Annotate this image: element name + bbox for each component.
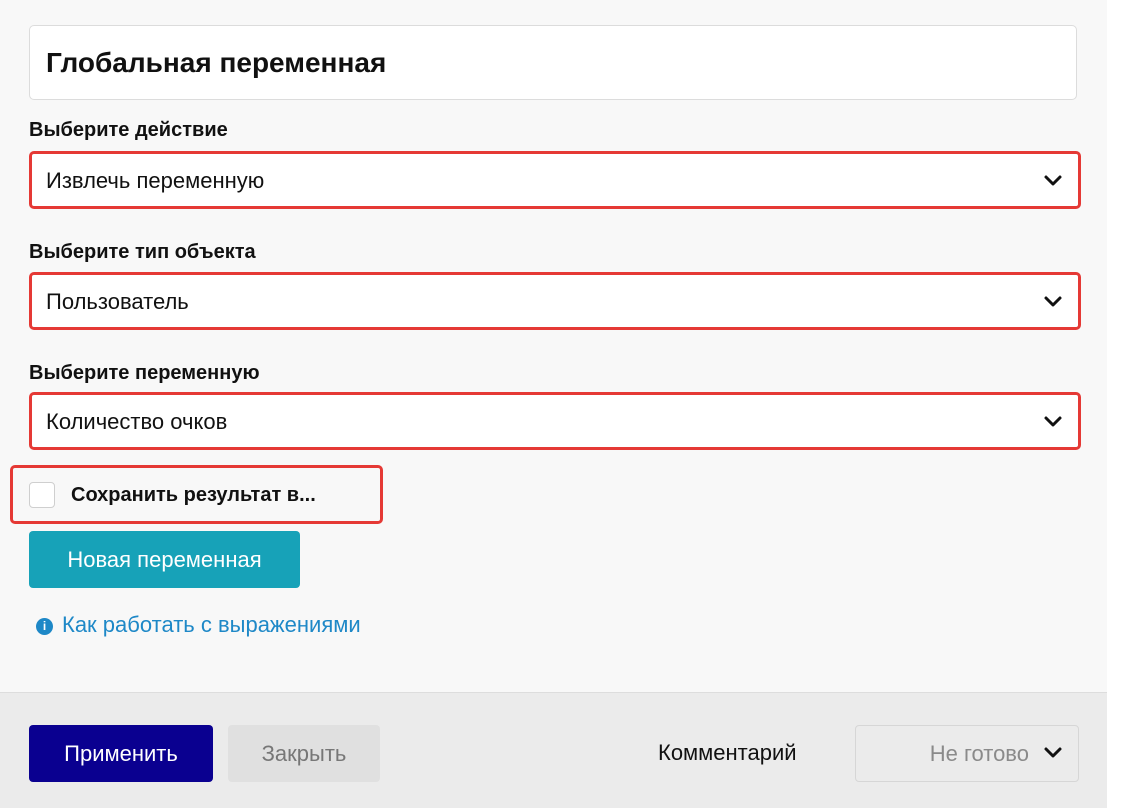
variable-label: Выберите переменную [29,362,260,384]
help-link-text[interactable]: Как работать с выражениями [62,612,361,637]
save-result-label[interactable]: Сохранить результат в... [71,484,316,507]
chevron-down-icon [1044,296,1062,307]
variable-select[interactable]: Количество очков [29,392,1081,450]
variable-select-value: Количество очков [46,409,228,434]
save-result-checkbox[interactable] [29,482,55,508]
comment-link[interactable]: Комментарий [658,740,797,766]
action-select[interactable]: Извлечь переменную [29,151,1081,209]
form-panel: Глобальная переменная Выберите действие … [0,0,1107,692]
chevron-down-icon [1044,175,1062,186]
chevron-down-icon [1044,747,1062,758]
object-type-label: Выберите тип объекта [29,241,256,263]
object-type-select[interactable]: Пользователь [29,272,1081,330]
chevron-down-icon [1044,416,1062,427]
info-icon: i [36,618,53,635]
status-select-value: Не готово [929,741,1029,766]
close-button[interactable]: Закрыть [228,725,380,782]
status-select[interactable]: Не готово [855,725,1079,782]
footer-bar: Применить Закрыть Комментарий Не готово [0,692,1107,808]
title-field[interactable]: Глобальная переменная [29,25,1077,100]
help-link[interactable]: i Как работать с выражениями [36,612,361,638]
page-title: Глобальная переменная [46,47,387,78]
new-variable-button[interactable]: Новая переменная [29,531,300,588]
action-select-value: Извлечь переменную [46,168,265,193]
action-label: Выберите действие [29,119,228,141]
apply-button[interactable]: Применить [29,725,213,782]
object-type-select-value: Пользователь [46,289,189,314]
save-result-option: Сохранить результат в... [10,465,383,524]
